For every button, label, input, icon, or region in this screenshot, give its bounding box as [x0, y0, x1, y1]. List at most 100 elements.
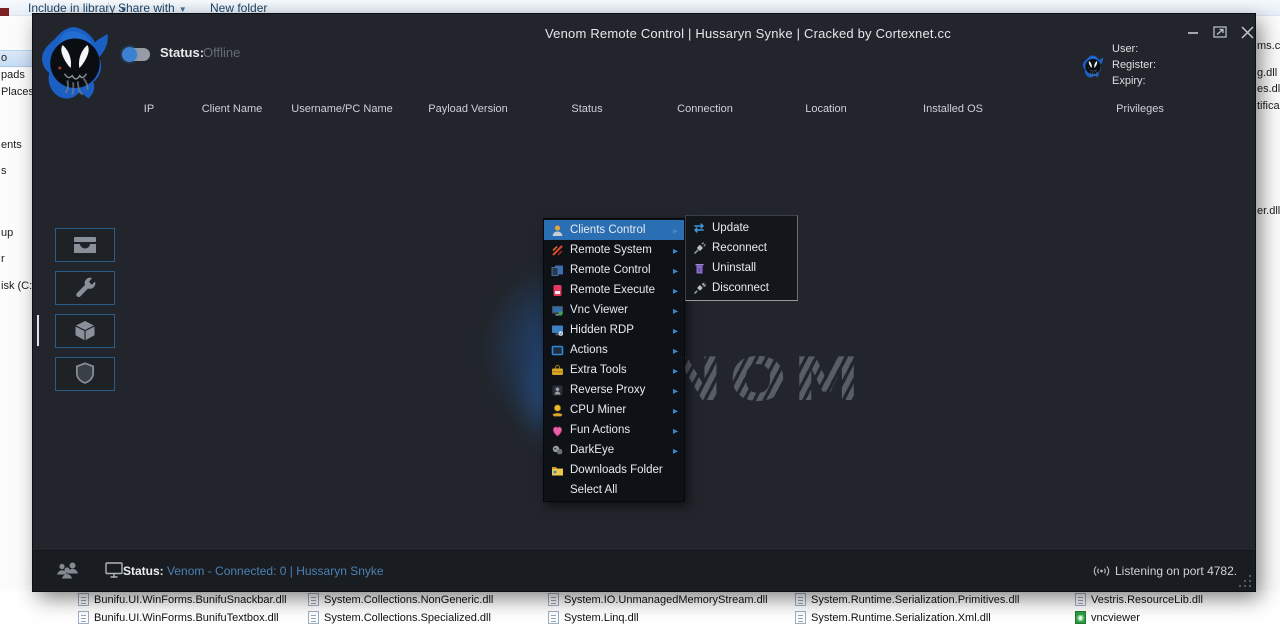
- menu-item-actions[interactable]: Actions: [544, 340, 684, 360]
- file-item[interactable]: vncviewer: [1075, 610, 1140, 625]
- submenu-arrow-icon: [673, 221, 678, 239]
- window-controls: [1183, 22, 1257, 42]
- status-label: Status:: [160, 45, 204, 60]
- clients-group-icon: [55, 560, 81, 589]
- nav-item-fragment[interactable]: pads: [1, 69, 25, 81]
- nav-item-fragment[interactable]: o: [1, 52, 7, 64]
- nav-item-fragment[interactable]: ents: [1, 139, 22, 151]
- column-header-client-name: Client Name: [202, 103, 263, 115]
- clients-panel-button[interactable]: [55, 228, 115, 262]
- context-menu: Clients Control Remote System Remote Con…: [543, 218, 685, 502]
- submenu-arrow-icon: [673, 401, 678, 419]
- nav-item-fragment[interactable]: isk (C:): [1, 280, 36, 292]
- menu-item-reverse-proxy[interactable]: Reverse Proxy: [544, 380, 684, 400]
- connection-status-text: Status: Venom - Connected: 0 | Hussaryn …: [123, 564, 384, 578]
- remote-execute-icon: [550, 283, 564, 297]
- minimize-button[interactable]: [1183, 22, 1203, 42]
- file-name-fragment: es.dl: [1257, 83, 1280, 95]
- builder-panel-button[interactable]: [55, 314, 115, 348]
- dropdown-caret-icon: ▼: [179, 5, 187, 14]
- cpu-miner-icon: [550, 403, 564, 417]
- file-item[interactable]: System.Collections.Specialized.dll: [308, 610, 491, 625]
- include-in-library-button[interactable]: Include in library▼: [28, 1, 127, 15]
- blank-icon-spacer: [550, 483, 564, 497]
- hidden-rdp-icon: [550, 323, 564, 337]
- status-value: Offline: [203, 45, 240, 60]
- file-item[interactable]: System.Linq.dll: [548, 610, 639, 625]
- dll-file-icon: [78, 593, 89, 606]
- toolbar-separator: [108, 2, 109, 14]
- submenu-item-update[interactable]: ⇄ Update: [686, 218, 797, 238]
- menu-item-downloads-folder[interactable]: Downloads Folder: [544, 460, 684, 480]
- darkeye-icon: [550, 443, 564, 457]
- menu-item-hidden-rdp[interactable]: Hidden RDP: [544, 320, 684, 340]
- file-item[interactable]: System.Runtime.Serialization.Xml.dll: [795, 610, 991, 625]
- venom-app-window: Venom Remote Control | Hussaryn Synke | …: [33, 14, 1255, 591]
- security-panel-button[interactable]: [55, 357, 115, 391]
- submenu-arrow-icon: [673, 441, 678, 459]
- menu-item-fun-actions[interactable]: Fun Actions: [544, 420, 684, 440]
- nav-item-fragment[interactable]: Places: [1, 86, 34, 98]
- menu-item-remote-control[interactable]: Remote Control: [544, 260, 684, 280]
- file-item[interactable]: Vestris.ResourceLib.dll: [1075, 592, 1203, 607]
- menu-item-vnc-viewer[interactable]: Vnc Viewer: [544, 300, 684, 320]
- dll-file-icon: [78, 611, 89, 624]
- resize-grip[interactable]: [1239, 575, 1251, 587]
- dll-file-icon: [795, 593, 806, 606]
- submenu-arrow-icon: [673, 241, 678, 259]
- file-item[interactable]: System.Runtime.Serialization.Primitives.…: [795, 592, 1019, 607]
- close-button[interactable]: [1237, 22, 1257, 42]
- dll-file-icon: [795, 611, 806, 624]
- new-folder-button[interactable]: New folder: [210, 1, 267, 15]
- nav-item-fragment[interactable]: r: [1, 253, 5, 265]
- expiry-label: Expiry:: [1112, 75, 1146, 87]
- package-icon: [71, 319, 99, 343]
- tools-panel-button[interactable]: [55, 271, 115, 305]
- submenu-item-uninstall[interactable]: Uninstall: [686, 258, 797, 278]
- submenu-arrow-icon: [673, 301, 678, 319]
- update-icon: ⇄: [692, 221, 706, 235]
- share-with-button[interactable]: Share with▼: [118, 1, 187, 15]
- menu-item-remote-execute[interactable]: Remote Execute: [544, 280, 684, 300]
- submenu-arrow-icon: [673, 281, 678, 299]
- menu-item-remote-system[interactable]: Remote System: [544, 240, 684, 260]
- submenu-item-reconnect[interactable]: Reconnect: [686, 238, 797, 258]
- explorer-nav-pane: o pads Places ents s up r isk (C:): [0, 16, 33, 591]
- column-header-payload-version: Payload Version: [428, 103, 508, 115]
- status-toggle[interactable]: [123, 48, 150, 61]
- antenna-icon: [1093, 563, 1110, 584]
- submenu-arrow-icon: [673, 361, 678, 379]
- minimize-icon: [1186, 25, 1200, 39]
- file-name-fragment: g.dll: [1257, 67, 1277, 79]
- submenu-item-disconnect[interactable]: Disconnect: [686, 278, 797, 298]
- column-header-privileges: Privileges: [1116, 103, 1164, 115]
- nav-item-fragment[interactable]: up: [1, 227, 13, 239]
- menu-item-select-all[interactable]: Select All: [544, 480, 684, 500]
- explorer-file-list: Bunifu.UI.WinForms.BunifuSnackbar.dll Sy…: [0, 591, 1280, 627]
- menu-item-clients-control[interactable]: Clients Control: [544, 220, 684, 240]
- disconnect-icon: [692, 281, 706, 295]
- uninstall-icon: [692, 261, 706, 275]
- column-header-username-pc-name: Username/PC Name: [291, 103, 392, 115]
- inbox-icon: [71, 233, 99, 257]
- dll-file-icon: [1075, 593, 1086, 606]
- clients-control-submenu: ⇄ Update Reconnect Uninstall Disconnect: [685, 215, 798, 301]
- file-item[interactable]: System.Collections.NonGeneric.dll: [308, 592, 493, 607]
- reconnect-icon: [692, 241, 706, 255]
- nav-item-fragment[interactable]: s: [1, 165, 7, 177]
- submenu-arrow-icon: [673, 381, 678, 399]
- venom-logo: [36, 23, 114, 118]
- file-item[interactable]: System.IO.UnmanagedMemoryStream.dll: [548, 592, 768, 607]
- menu-item-darkeye[interactable]: DarkEye: [544, 440, 684, 460]
- file-item[interactable]: Bunifu.UI.WinForms.BunifuTextbox.dll: [78, 610, 279, 625]
- maximize-button[interactable]: [1210, 22, 1230, 42]
- menu-item-cpu-miner[interactable]: CPU Miner: [544, 400, 684, 420]
- close-icon: [1239, 24, 1256, 41]
- menu-item-extra-tools[interactable]: Extra Tools: [544, 360, 684, 380]
- user-icon: [550, 223, 564, 237]
- column-header-ip: IP: [144, 103, 154, 115]
- maximize-icon: [1212, 24, 1228, 40]
- toggle-knob: [122, 47, 137, 62]
- register-label: Register:: [1112, 59, 1156, 71]
- file-item[interactable]: Bunifu.UI.WinForms.BunifuSnackbar.dll: [78, 592, 287, 607]
